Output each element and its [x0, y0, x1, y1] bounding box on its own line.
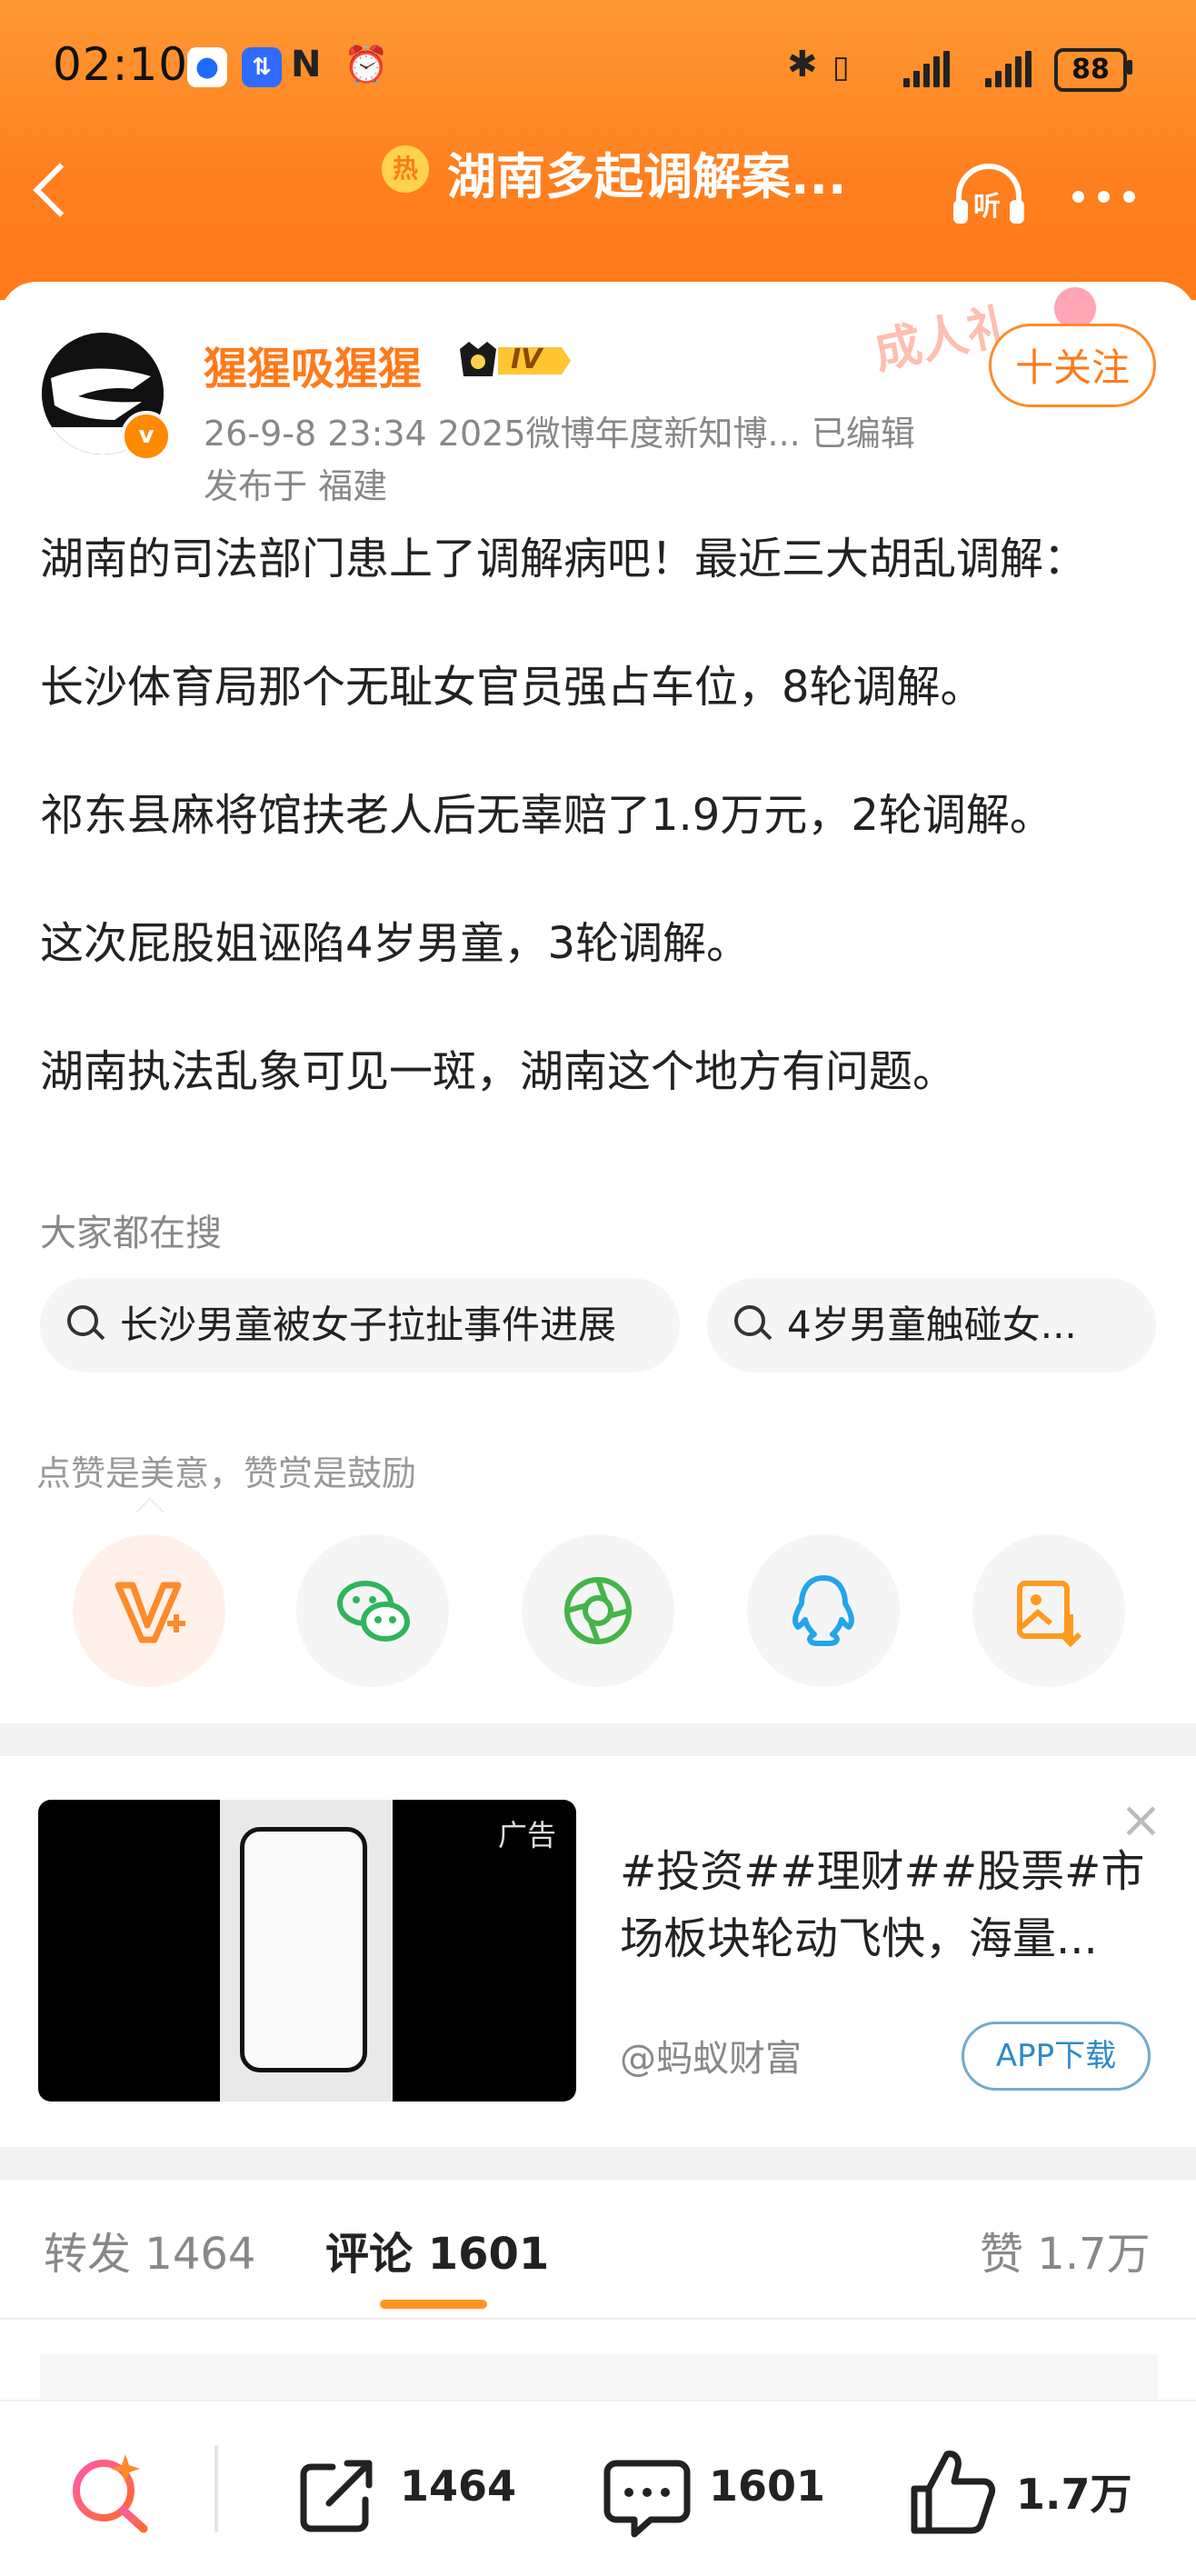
ad-title[interactable]: #投资##理财##股票#市场板块轮动飞快，海量... — [620, 1838, 1165, 1972]
bottom-bar-divider — [214, 2445, 218, 2532]
like-count[interactable]: 1.7万 — [1016, 2461, 1132, 2521]
verified-badge: v — [121, 411, 172, 462]
post-body: 湖南的司法部门患上了调解病吧！最近三大胡乱调解： 长沙体育局那个无耻女官员强占车… — [40, 527, 1158, 1168]
ad-image[interactable]: 广告 — [38, 1800, 576, 2102]
post-paragraph: 这次屁股姐诬陷4岁男童，3轮调解。 — [40, 918, 751, 969]
post-paragraph: 长沙体育局那个无耻女官员强占车位，8轮调解。 — [40, 662, 984, 713]
save-image-icon — [1017, 1581, 1082, 1648]
signal-icon — [903, 51, 950, 87]
v-plus-icon — [115, 1582, 185, 1643]
save-image-button[interactable] — [972, 1534, 1125, 1687]
section-separator — [0, 1723, 1196, 1756]
search-chip-label: 长沙男童被女子拉扯事件进展 — [120, 1303, 617, 1347]
listen-button[interactable]: 听 — [950, 164, 1028, 227]
author-name[interactable]: 猩猩吸猩猩 — [204, 333, 422, 396]
search-chip-label: 4岁男童触碰女... — [787, 1303, 1077, 1347]
vibrate-icon: ▯ — [832, 49, 850, 85]
tab-active-indicator — [380, 2300, 487, 2309]
comment-button[interactable] — [603, 2456, 691, 2541]
tab-comments[interactable]: 评论 1601 — [325, 2218, 549, 2281]
share-count[interactable]: 1464 — [400, 2461, 516, 2511]
qq-icon — [792, 1575, 854, 1646]
app-download-button[interactable]: APP下载 — [962, 2022, 1151, 2091]
ai-search-button[interactable] — [67, 2449, 154, 2540]
reward-button[interactable] — [73, 1534, 225, 1687]
tab-likes[interactable]: 赞 1.7万 — [980, 2218, 1151, 2281]
app-icon: ● — [187, 47, 227, 87]
post-location: 发布于 福建 — [204, 466, 388, 506]
post-meta: 26-9-8 23:34 2025微博年度新知博... 已编辑 — [204, 414, 915, 454]
share-button[interactable] — [296, 2454, 378, 2540]
battery-indicator: 88 — [1054, 48, 1127, 92]
tabs-divider — [0, 2318, 1196, 2320]
thumbs-up-icon — [911, 2451, 996, 2534]
level-label: IV — [511, 344, 543, 375]
tab-comments-label: 评论 — [325, 2229, 414, 2280]
nfc-icon: N — [291, 44, 322, 85]
comment-count[interactable]: 1601 — [709, 2461, 825, 2511]
ai-search-icon — [73, 2454, 148, 2533]
ad-tag: 广告 — [497, 1818, 556, 1852]
trending-search-label: 大家都在搜 — [40, 1213, 222, 1254]
level-badge: IV — [454, 340, 573, 382]
search-icon — [67, 1305, 98, 1336]
like-button[interactable] — [909, 2447, 996, 2541]
tab-repost-count: 1464 — [145, 2229, 256, 2280]
ad-brand[interactable]: @蚂蚁财富 — [620, 2029, 802, 2082]
hot-icon: 热 — [382, 145, 429, 193]
wechat-icon — [337, 1581, 410, 1642]
bluetooth-icon: ✱ — [787, 44, 818, 85]
alarm-icon: ⏰ — [344, 45, 389, 86]
follow-button[interactable]: 十关注 — [989, 324, 1156, 407]
share-icon — [300, 2460, 373, 2532]
battery-tip — [1127, 60, 1132, 75]
section-separator — [0, 2147, 1196, 2180]
tab-repost[interactable]: 转发 1464 — [44, 2218, 255, 2281]
status-time: 02:10 — [53, 38, 189, 91]
reward-tip: 点赞是美意，赞赏是鼓励 — [36, 1453, 417, 1493]
search-icon — [734, 1305, 765, 1336]
listen-label: 听 — [973, 191, 1001, 223]
data-transfer-icon: ⇅ — [242, 47, 282, 87]
page-title: 湖南多起调解案... — [447, 148, 847, 205]
post-paragraph: 湖南执法乱象可见一斑，湖南这个地方有问题。 — [40, 1046, 957, 1097]
ad-phone-graphic — [240, 1827, 367, 2072]
search-chip[interactable]: 4岁男童触碰女... — [707, 1278, 1156, 1373]
share-qq-button[interactable] — [747, 1534, 900, 1687]
search-chip[interactable]: 长沙男童被女子拉扯事件进展 — [40, 1278, 680, 1373]
tab-repost-label: 转发 — [44, 2229, 132, 2280]
post-paragraph: 祁东县麻将馆扶老人后无辜赔了1.9万元，2轮调解。 — [40, 790, 1053, 841]
signal-icon — [972, 51, 1036, 87]
share-wechat-button[interactable] — [296, 1534, 449, 1687]
status-bar: 02:10 ● ⇅ N ⏰ ✱ ▯ 88 — [0, 0, 1196, 136]
tab-likes-count: 1.7万 — [1037, 2229, 1151, 2280]
tab-likes-label: 赞 — [980, 2229, 1024, 2280]
moments-icon — [564, 1577, 632, 1644]
ad-preview-panel — [220, 1800, 393, 2102]
tab-comments-count: 1601 — [427, 2229, 550, 2280]
share-moments-button[interactable] — [522, 1534, 674, 1687]
comment-icon — [603, 2460, 691, 2538]
post-paragraph: 湖南的司法部门患上了调解病吧！最近三大胡乱调解： — [40, 534, 1088, 584]
